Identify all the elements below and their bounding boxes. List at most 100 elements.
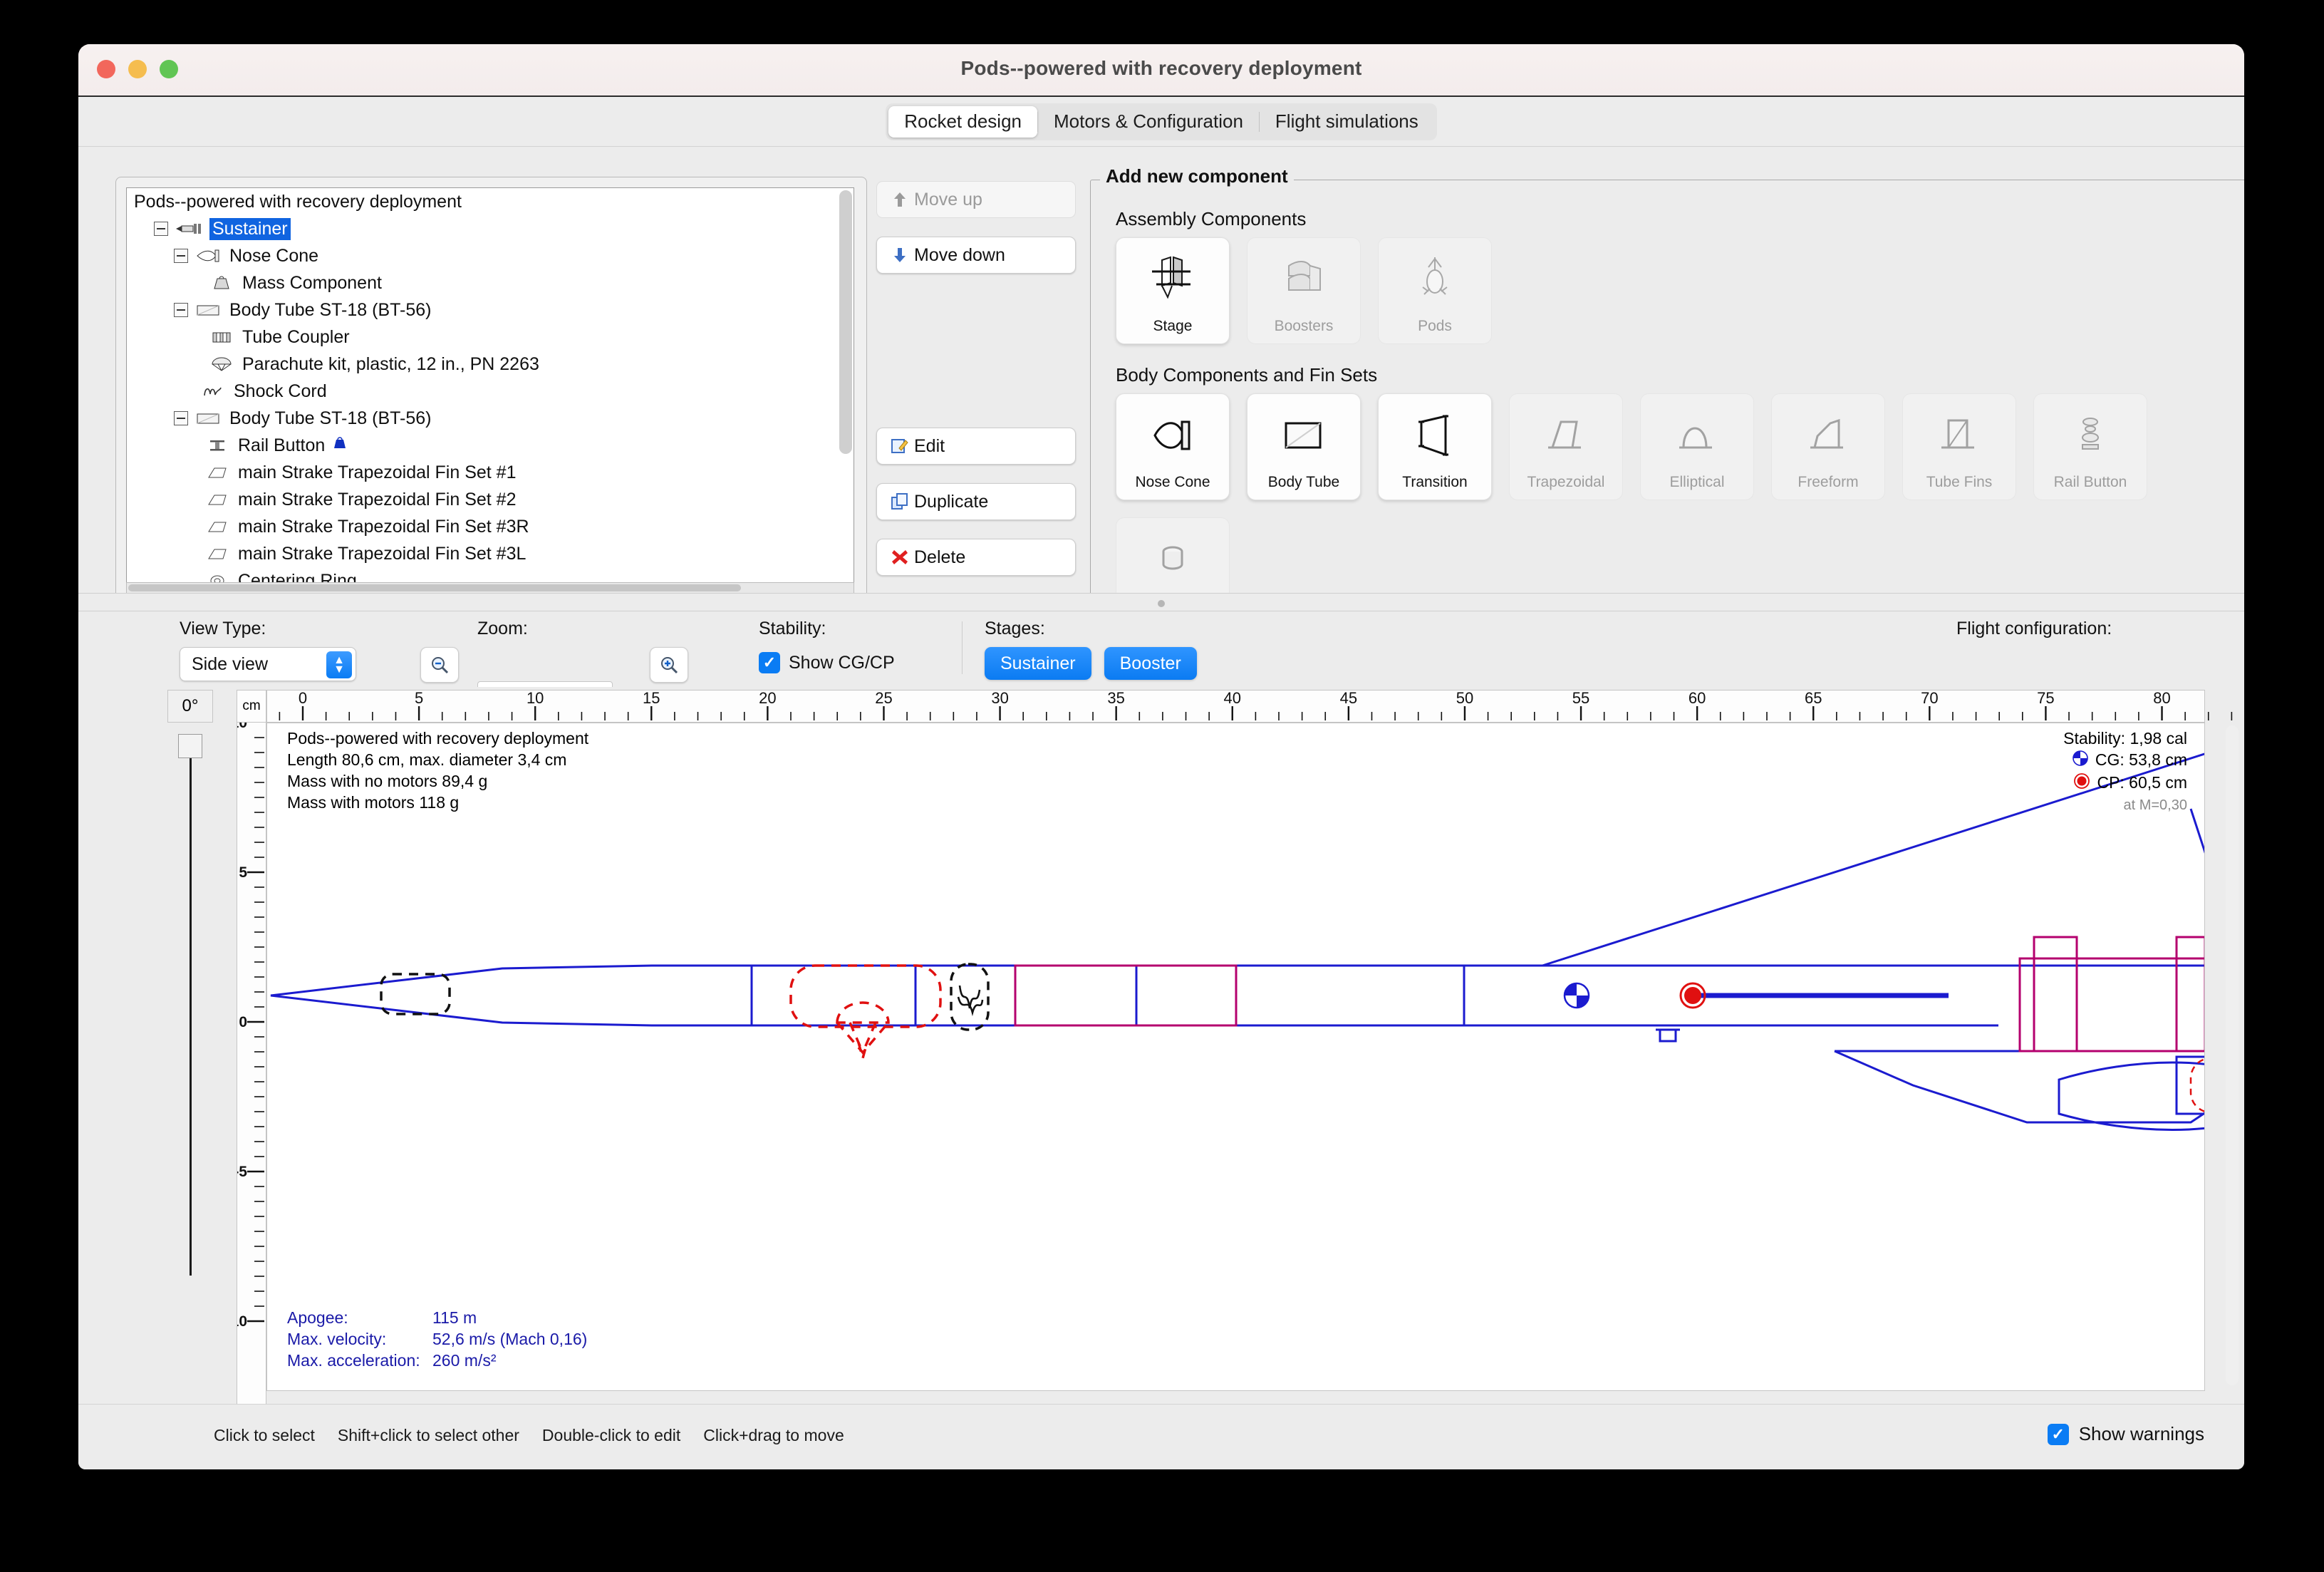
zoom-in-button[interactable] [650,647,688,683]
tab-flight-simulations[interactable]: Flight simulations [1260,106,1434,138]
tree-row-sustainer[interactable]: Sustainer [127,215,854,242]
status-bar: Click to select Shift+click to select ot… [78,1404,2244,1469]
svg-text:0: 0 [299,691,307,707]
add-tube-fins-card[interactable]: Tube Fins [1902,393,2016,500]
mass-component-icon [207,274,237,292]
tab-rocket-design[interactable]: Rocket design [888,106,1037,138]
tree-row-body-tube-1[interactable]: Body Tube ST-18 (BT-56) [127,296,854,324]
add-body-tube-card[interactable]: Body Tube [1247,393,1361,500]
svg-text:65: 65 [1805,691,1822,707]
add-tube-fins-label: Tube Fins [1926,474,1993,491]
edit-button[interactable]: Edit [876,428,1076,465]
add-body-tube-label: Body Tube [1268,474,1339,491]
tree-row-parachute[interactable]: Parachute kit, plastic, 12 in., PN 2263 [127,351,854,378]
tree-row-tube-coupler[interactable]: Tube Coupler [127,324,854,351]
hint-click-drag-to-move: Click+drag to move [703,1426,844,1445]
info-line-2: Mass with no motors 89,4 g [287,772,487,791]
pods-icon [1379,249,1491,309]
show-cgcp-checkbox[interactable]: ✓ Show CG/CP [759,652,895,673]
tree-vertical-scrollbar[interactable] [839,190,852,454]
cp-marker [1681,983,1949,1008]
sim-velocity-label: Max. velocity: [287,1330,386,1349]
add-elliptical-card[interactable]: Elliptical [1640,393,1754,500]
ruler-unit-label: cm [237,690,266,723]
delete-button[interactable]: Delete [876,539,1076,576]
rail-button-outline [1656,1030,1680,1041]
component-tree[interactable]: Pods--powered with recovery deployment S… [126,187,854,586]
stage-button-booster[interactable]: Booster [1104,647,1197,680]
svg-text:60: 60 [1688,691,1706,707]
add-new-component-group: Add new component Assembly Components St… [1090,168,2244,604]
add-transition-label: Transition [1402,474,1467,491]
rotation-slider-knob[interactable] [178,734,202,758]
canvas-vertical-scrollbar[interactable] [2226,725,2239,1385]
show-warnings-checkbox[interactable]: ✓ Show warnings [2048,1423,2204,1445]
panel-splitter[interactable] [78,593,2244,611]
mouse-hint-group: Click to select Shift+click to select ot… [214,1426,844,1445]
view-type-value: Side view [192,654,268,675]
tree-row-fin-set-3r[interactable]: main Strake Trapezoidal Fin Set #3R [127,513,854,540]
add-launch-lug-card[interactable]: Launch Lug [1116,517,1230,600]
tree-row[interactable]: Pods--powered with recovery deployment [127,188,854,215]
tree-toggle-icon[interactable] [174,411,188,425]
splitter-grip[interactable] [1158,600,1165,607]
stability-label: Stability: [759,619,826,639]
add-freeform-card[interactable]: Freeform [1771,393,1885,500]
vertical-ruler: 1050-5-10 [237,723,266,1404]
move-down-button[interactable]: Move down [876,237,1076,274]
body-tube-icon [194,409,224,428]
tree-toggle-icon[interactable] [154,222,168,236]
tube-coupler-outline [1015,966,1236,1025]
assembly-components-heading: Assembly Components [1116,208,2244,230]
tree-row-fin-set-1[interactable]: main Strake Trapezoidal Fin Set #1 [127,459,854,486]
tab-motors-configuration[interactable]: Motors & Configuration [1038,106,1259,138]
tree-row-fin-set-3l[interactable]: main Strake Trapezoidal Fin Set #3L [127,540,854,567]
cp-marker-icon [2074,773,2090,792]
tree-item-label: Pods--powered with recovery deployment [134,192,462,212]
tree-row-mass-component[interactable]: Mass Component [127,269,854,296]
tree-toggle-icon[interactable] [174,303,188,317]
edit-icon [890,436,910,456]
tree-row-rail-button[interactable]: Rail Button [127,432,854,459]
tab-group: Rocket design Motors & Configuration Fli… [886,103,1437,140]
add-component-title: Add new component [1100,165,1294,187]
add-boosters-card[interactable]: Boosters [1247,237,1361,344]
add-trapezoidal-card[interactable]: Trapezoidal [1509,393,1623,500]
arrow-up-icon [890,190,910,210]
delete-icon [890,547,910,567]
rotation-angle-display: 0° [167,690,213,723]
tree-row-nose-cone[interactable]: Nose Cone [127,242,854,269]
assembly-components-row: Stage Boosters Pods [1116,237,2244,344]
tube-fins-icon [1903,405,2016,465]
tree-item-label: Body Tube ST-18 (BT-56) [229,408,431,429]
mach-note: at M=0,30 [2123,797,2187,814]
add-trapezoidal-label: Trapezoidal [1527,474,1605,491]
rocket-side-view[interactable]: Pods--powered with recovery deployment L… [266,723,2205,1391]
view-type-select[interactable]: Side view ▲▼ [180,647,356,681]
tree-toggle-icon[interactable] [174,249,188,263]
trapezoidal-fin-icon [202,544,232,563]
zoom-in-icon [659,655,679,675]
tree-row-shock-cord[interactable]: Shock Cord [127,378,854,405]
add-rail-button-card[interactable]: Rail Button [2033,393,2147,500]
tree-horizontal-scrollbar[interactable] [126,582,854,594]
add-transition-card[interactable]: Transition [1378,393,1492,500]
tube-coupler-icon [207,328,237,346]
transition-icon [1379,405,1491,465]
add-stage-card[interactable]: Stage [1116,237,1230,344]
add-pods-card[interactable]: Pods [1378,237,1492,344]
svg-text:75: 75 [2037,691,2054,707]
duplicate-button[interactable]: Duplicate [876,483,1076,520]
tree-row-body-tube-2[interactable]: Body Tube ST-18 (BT-56) [127,405,854,432]
add-nose-cone-card[interactable]: Nose Cone [1116,393,1230,500]
stage-button-sustainer[interactable]: Sustainer [985,647,1091,680]
tree-row-fin-set-2[interactable]: main Strake Trapezoidal Fin Set #2 [127,486,854,513]
zoom-out-button[interactable] [420,647,459,683]
rotation-slider[interactable] [178,734,202,1276]
add-elliptical-label: Elliptical [1669,474,1724,491]
move-up-button[interactable]: Move up [876,181,1076,218]
launch-lug-icon [1116,529,1229,589]
add-component-scroll-area[interactable]: Assembly Components Stage Boosters [1094,195,2244,600]
tree-item-label: Sustainer [209,218,291,240]
edit-label: Edit [914,436,945,457]
